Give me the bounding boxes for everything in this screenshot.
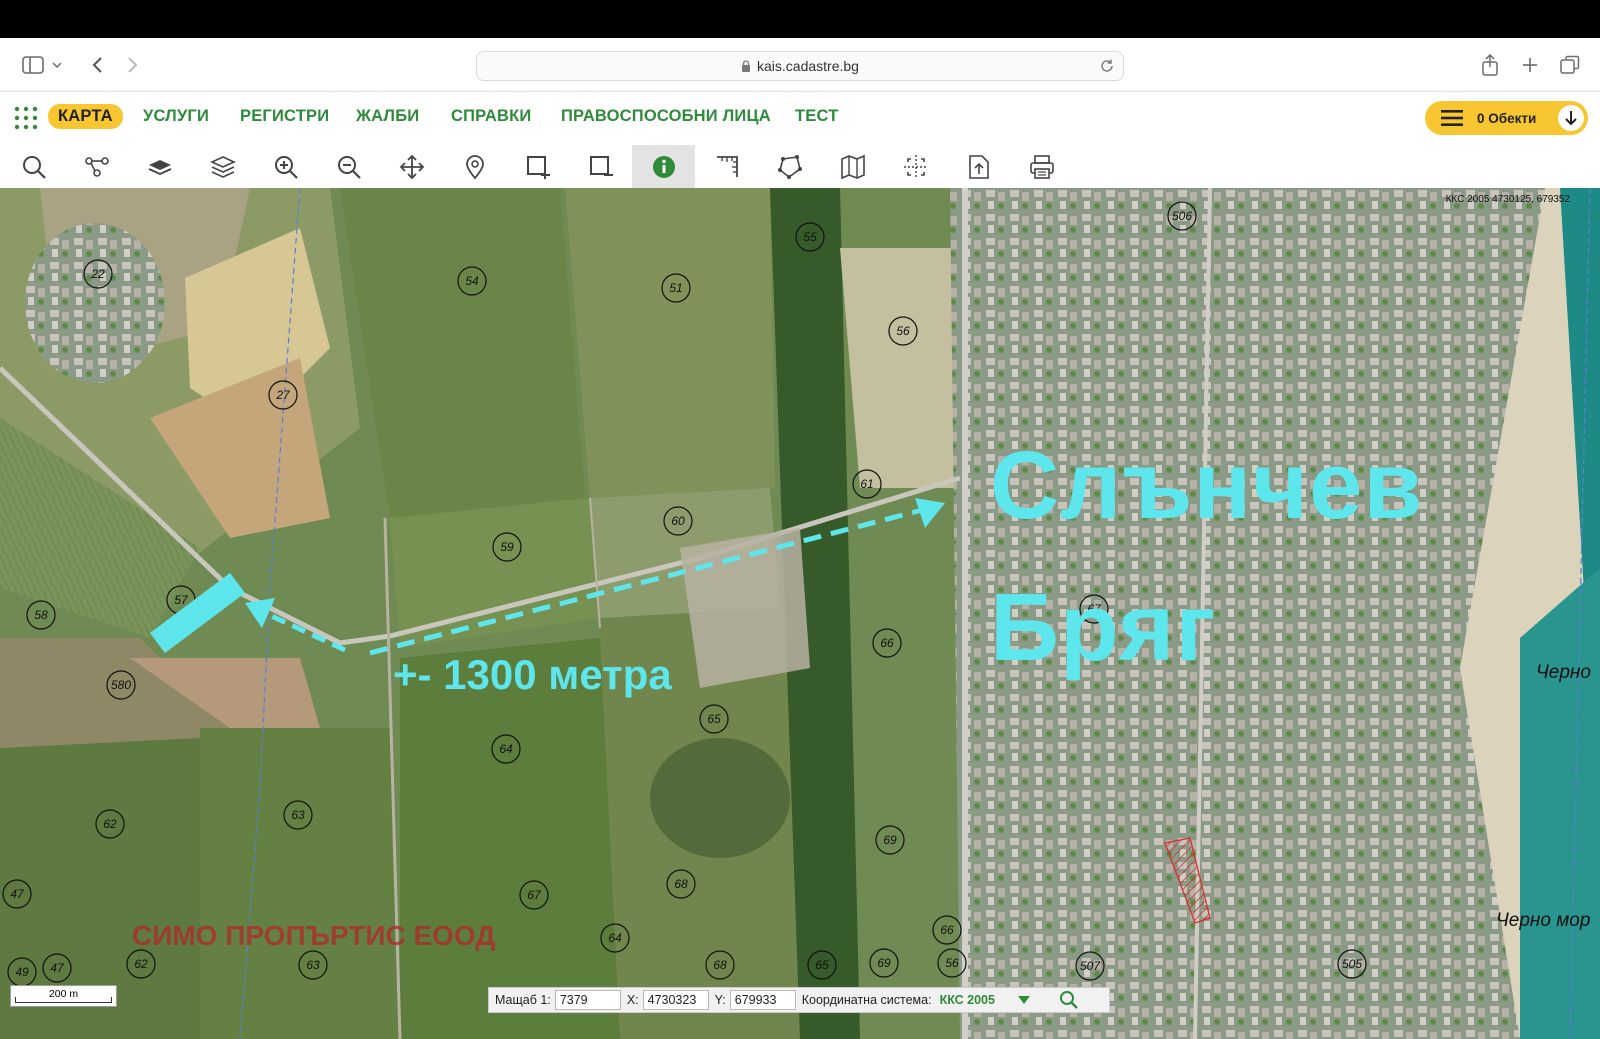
town-name-line-1: Слънчев xyxy=(990,432,1424,539)
arrow-down-icon xyxy=(1558,105,1584,131)
layers-flat-icon[interactable] xyxy=(128,145,191,188)
scale-bar: 200 m xyxy=(10,985,117,1007)
parcel-number: 69 xyxy=(883,833,897,847)
parcel-number: 65 xyxy=(707,712,721,726)
parcel-number: 57 xyxy=(174,593,189,607)
parcel-number: 59 xyxy=(500,540,514,554)
map-icon[interactable] xyxy=(821,145,884,188)
nav-item-references[interactable]: СПРАВКИ xyxy=(451,107,532,126)
parcel-number: 66 xyxy=(940,923,954,937)
sidebar-toggle-icon[interactable] xyxy=(20,52,46,78)
map-status-bar: Мащаб 1: 7379 X: 4730323 Y: 679933 Коорд… xyxy=(488,987,1110,1013)
parcel-number: 61 xyxy=(860,477,873,491)
parcel-number: 54 xyxy=(465,274,479,288)
company-watermark: СИМО ПРОПЪРТИС ЕООД xyxy=(132,920,496,951)
parcel-number: 63 xyxy=(291,808,305,822)
coordinate-readout: ККС 2005 4730125, 679352 xyxy=(1445,194,1570,205)
sea-label-2: Черно мор xyxy=(1496,910,1591,931)
polygon-icon[interactable] xyxy=(758,145,821,188)
parcel-number: 62 xyxy=(134,957,148,971)
reload-icon[interactable] xyxy=(1099,58,1115,74)
parcel-number: 66 xyxy=(880,636,894,650)
lock-icon xyxy=(742,60,751,72)
x-label: X: xyxy=(626,993,639,1007)
y-label: Y: xyxy=(714,993,726,1007)
address-bar[interactable]: kais.cadastre.bg xyxy=(476,51,1124,81)
parcel-number: 58 xyxy=(34,608,48,622)
satellite-map[interactable]: 22 54 51 55 506 27 56 61 60 59 57 58 580 66 67 65 64 62 63… xyxy=(0,188,1600,1039)
zoom-in-icon[interactable] xyxy=(254,145,317,188)
pan-icon[interactable] xyxy=(380,145,443,188)
system-top-bar xyxy=(0,0,1600,38)
new-tab-icon[interactable] xyxy=(1517,52,1543,78)
parcel-number: 51 xyxy=(669,281,682,295)
nav-item-services[interactable]: УСЛУГИ xyxy=(143,107,209,126)
parcel-number: 69 xyxy=(877,956,891,970)
objects-count: 0 Обекти xyxy=(1477,110,1537,126)
nav-item-map[interactable]: КАРТА xyxy=(48,104,123,129)
search-icon[interactable] xyxy=(2,145,65,188)
forward-icon[interactable] xyxy=(120,52,146,78)
scale-input[interactable]: 7379 xyxy=(554,990,621,1010)
parcel-number: 68 xyxy=(713,958,727,972)
share-icon[interactable] xyxy=(1477,52,1503,78)
parcel-number: 60 xyxy=(671,514,685,528)
select-rect-icon[interactable] xyxy=(506,145,569,188)
measure-icon[interactable] xyxy=(695,145,758,188)
print-icon[interactable] xyxy=(1010,145,1073,188)
parcel-number: 56 xyxy=(945,956,959,970)
parcel-number: 505 xyxy=(1342,957,1362,971)
parcel-number: 22 xyxy=(90,267,105,281)
nav-item-test[interactable]: ТЕСТ xyxy=(795,107,838,126)
nav-item-complaints[interactable]: ЖАЛБИ xyxy=(356,107,419,126)
route-icon[interactable] xyxy=(65,145,128,188)
parcel-number: 64 xyxy=(608,931,622,945)
parcel-number: 63 xyxy=(306,958,320,972)
deselect-rect-icon[interactable] xyxy=(569,145,632,188)
chevron-down-icon[interactable] xyxy=(50,52,64,78)
zoom-out-icon[interactable] xyxy=(317,145,380,188)
parcel-number: 56 xyxy=(896,324,910,338)
menu-icon xyxy=(1441,110,1463,126)
y-coordinate-input[interactable]: 679933 xyxy=(729,990,796,1010)
info-icon[interactable] xyxy=(632,145,695,188)
parcel-number: 62 xyxy=(103,817,117,831)
distance-label: +- 1300 метра xyxy=(393,651,672,698)
parcel-number: 580 xyxy=(111,678,131,692)
map-view[interactable]: 22 54 51 55 506 27 56 61 60 59 57 58 580 66 67 65 64 62 63… xyxy=(0,188,1600,1039)
parcel-number: 47 xyxy=(10,887,25,901)
pin-icon[interactable] xyxy=(443,145,506,188)
parcel-number: 49 xyxy=(15,965,29,979)
x-coordinate-input[interactable]: 4730323 xyxy=(642,990,709,1010)
parcel-number: 55 xyxy=(803,230,817,244)
map-toolbar xyxy=(0,145,1600,188)
parcel-number: 64 xyxy=(499,742,513,756)
parcel-number: 68 xyxy=(674,877,688,891)
apps-grid-icon[interactable] xyxy=(14,106,38,130)
back-icon[interactable] xyxy=(84,52,110,78)
tabs-overview-icon[interactable] xyxy=(1557,52,1583,78)
nav-item-licensed-persons[interactable]: ПРАВОСПОСОБНИ ЛИЦА xyxy=(561,107,771,126)
crosshair-icon[interactable] xyxy=(884,145,947,188)
app-navigation: КАРТА УСЛУГИ РЕГИСТРИ ЖАЛБИ СПРАВКИ ПРАВ… xyxy=(0,92,1600,145)
dropdown-arrow-icon[interactable] xyxy=(1017,995,1031,1005)
scale-label: Мащаб 1: xyxy=(495,993,551,1007)
parcel-number: 47 xyxy=(50,961,65,975)
url-text: kais.cadastre.bg xyxy=(757,58,859,74)
town-name-line-2: Бряг xyxy=(990,574,1217,681)
crs-label: Координатна система: xyxy=(801,993,932,1007)
parcel-number: 507 xyxy=(1080,959,1101,973)
parcel-number: 65 xyxy=(815,958,829,972)
export-icon[interactable] xyxy=(947,145,1010,188)
crs-value[interactable]: ККС 2005 xyxy=(940,993,995,1007)
parcel-number: 506 xyxy=(1172,209,1192,223)
parcel-number: 27 xyxy=(275,388,291,402)
objects-cart-button[interactable]: 0 Обекти xyxy=(1425,101,1588,135)
nav-item-registers[interactable]: РЕГИСТРИ xyxy=(240,107,329,126)
search-location-icon[interactable] xyxy=(1059,990,1079,1010)
parcel-number: 67 xyxy=(527,888,542,902)
browser-toolbar: kais.cadastre.bg xyxy=(0,38,1600,92)
sea-label: Черно xyxy=(1536,662,1591,683)
layers-icon[interactable] xyxy=(191,145,254,188)
